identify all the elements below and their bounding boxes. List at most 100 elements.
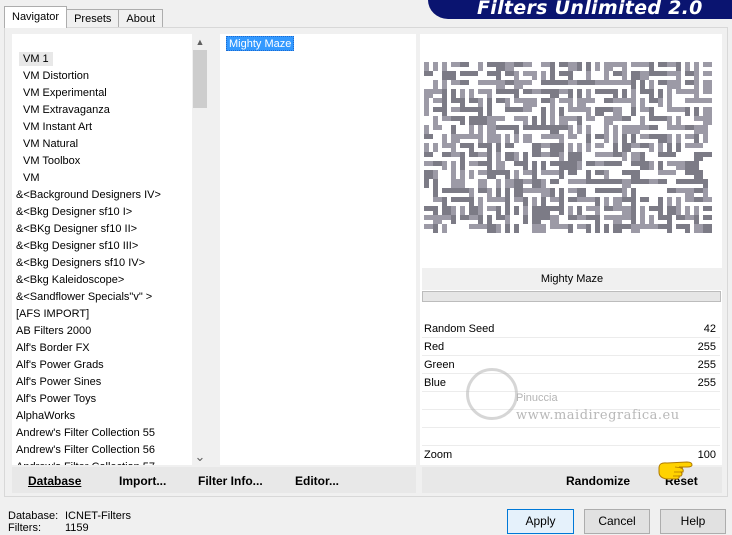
category-item[interactable]: VM Toolbox <box>12 153 208 170</box>
category-item[interactable]: Alf's Power Grads <box>12 357 208 374</box>
category-label: Andrew's Filter Collection 56 <box>16 444 156 456</box>
category-item[interactable]: AB Filters 2000 <box>12 323 208 340</box>
maze-block <box>595 62 600 71</box>
maze-block <box>487 152 492 161</box>
category-item[interactable]: &<Bkg Kaleidoscope> <box>12 272 208 289</box>
tab-presets[interactable]: Presets <box>66 9 120 28</box>
param-green[interactable]: Green 255 <box>422 357 720 374</box>
category-scrollbar[interactable]: ▲ ⌄ <box>192 34 208 465</box>
maze-block <box>442 224 447 233</box>
maze-block <box>523 71 532 76</box>
tab-strip: Navigator Presets About <box>4 6 164 28</box>
param-red[interactable]: Red 255 <box>422 339 720 356</box>
maze-block <box>694 134 699 143</box>
maze-block <box>469 71 478 76</box>
maze-block <box>613 89 618 98</box>
maze-block <box>622 215 631 220</box>
maze-block <box>676 116 681 125</box>
category-item[interactable]: VM 1 <box>12 51 208 68</box>
maze-block <box>451 143 456 152</box>
maze-block <box>649 206 658 211</box>
scroll-thumb[interactable] <box>193 50 207 108</box>
maze-block <box>469 125 474 134</box>
param-random-seed[interactable]: Random Seed 42 <box>422 321 720 338</box>
category-item[interactable]: VM Instant Art <box>12 119 208 136</box>
category-item[interactable]: Andrew's Filter Collection 55 <box>12 425 208 442</box>
maze-block <box>586 89 591 98</box>
database-button[interactable]: Database <box>28 474 81 488</box>
scroll-up-icon[interactable]: ▲ <box>192 34 208 50</box>
category-item[interactable]: &<Background Designers IV> <box>12 187 208 204</box>
filter-info-button[interactable]: Filter Info... <box>198 474 263 488</box>
category-item[interactable]: &<Bkg Designer sf10 I> <box>12 204 208 221</box>
category-item[interactable]: Alf's Power Toys <box>12 391 208 408</box>
maze-block <box>694 71 699 80</box>
maze-block <box>577 80 586 85</box>
randomize-button[interactable]: Randomize <box>566 474 630 488</box>
maze-block <box>505 98 510 107</box>
maze-block <box>451 80 460 85</box>
filter-item-selected[interactable]: Mighty Maze <box>226 36 295 51</box>
editor-button[interactable]: Editor... <box>295 474 339 488</box>
maze-block <box>505 197 510 206</box>
maze-block <box>613 152 622 157</box>
maze-block <box>667 62 676 67</box>
maze-block <box>442 161 447 170</box>
maze-block <box>685 170 694 175</box>
category-item[interactable]: &<BKg Designer sf10 II> <box>12 221 208 238</box>
filters-label: Filters: <box>8 522 41 534</box>
category-item[interactable]: AlphaWorks <box>12 408 208 425</box>
category-item[interactable]: &<Bkg Designer sf10 III> <box>12 238 208 255</box>
maze-block <box>586 170 591 179</box>
category-item[interactable]: VM Extravaganza <box>12 102 208 119</box>
maze-block <box>658 116 667 121</box>
category-item[interactable]: VM Natural <box>12 136 208 153</box>
category-item[interactable]: Alf's Border FX <box>12 340 208 357</box>
help-button[interactable]: Help <box>660 509 726 534</box>
apply-button[interactable]: Apply <box>507 509 574 534</box>
maze-block <box>685 179 694 184</box>
maze-block <box>640 179 649 184</box>
maze-block <box>505 134 510 143</box>
maze-block <box>676 161 685 170</box>
maze-block <box>532 188 541 193</box>
category-item[interactable]: Andrew's Filter Collection 56 <box>12 442 208 459</box>
tab-navigator[interactable]: Navigator <box>4 6 68 28</box>
maze-block <box>496 62 505 71</box>
maze-block <box>460 71 469 76</box>
scroll-down-icon[interactable]: ⌄ <box>192 449 208 465</box>
maze-block <box>487 62 496 67</box>
category-item[interactable]: Alf's Power Sines <box>12 374 208 391</box>
category-item[interactable]: VM Distortion <box>12 68 208 85</box>
category-item[interactable]: Andrew's Filter Collection 57 <box>12 459 208 465</box>
maze-block <box>478 206 483 215</box>
category-item[interactable]: &<Sandflower Specials"v" > <box>12 289 208 306</box>
maze-block <box>604 80 613 85</box>
maze-block <box>487 224 496 233</box>
maze-block <box>478 179 487 188</box>
maze-block <box>649 107 654 116</box>
maze-block <box>676 89 685 94</box>
maze-block <box>559 197 564 206</box>
maze-block <box>478 125 483 134</box>
category-item[interactable]: VM <box>12 170 208 187</box>
maze-block <box>478 197 483 206</box>
filter-list[interactable]: Mighty Maze <box>220 34 416 465</box>
maze-block <box>505 152 514 161</box>
category-label: &<Bkg Designer sf10 I> <box>16 206 133 218</box>
maze-block <box>451 89 456 98</box>
maze-block <box>487 125 496 134</box>
category-item[interactable]: VM Experimental <box>12 85 208 102</box>
category-item[interactable]: [AFS IMPORT] <box>12 306 208 323</box>
maze-block <box>703 107 712 116</box>
maze-block <box>433 80 438 89</box>
cancel-button[interactable]: Cancel <box>584 509 650 534</box>
category-item[interactable]: &<Bkg Designers sf10 IV> <box>12 255 208 272</box>
category-list[interactable]: VM 1 VM Distortion VM Experimental VM Extra… <box>12 34 208 465</box>
maze-block <box>631 107 636 116</box>
maze-block <box>595 197 600 206</box>
maze-block <box>505 80 514 85</box>
tab-about[interactable]: About <box>118 9 164 28</box>
import-button[interactable]: Import... <box>119 474 166 488</box>
maze-block <box>523 152 528 161</box>
